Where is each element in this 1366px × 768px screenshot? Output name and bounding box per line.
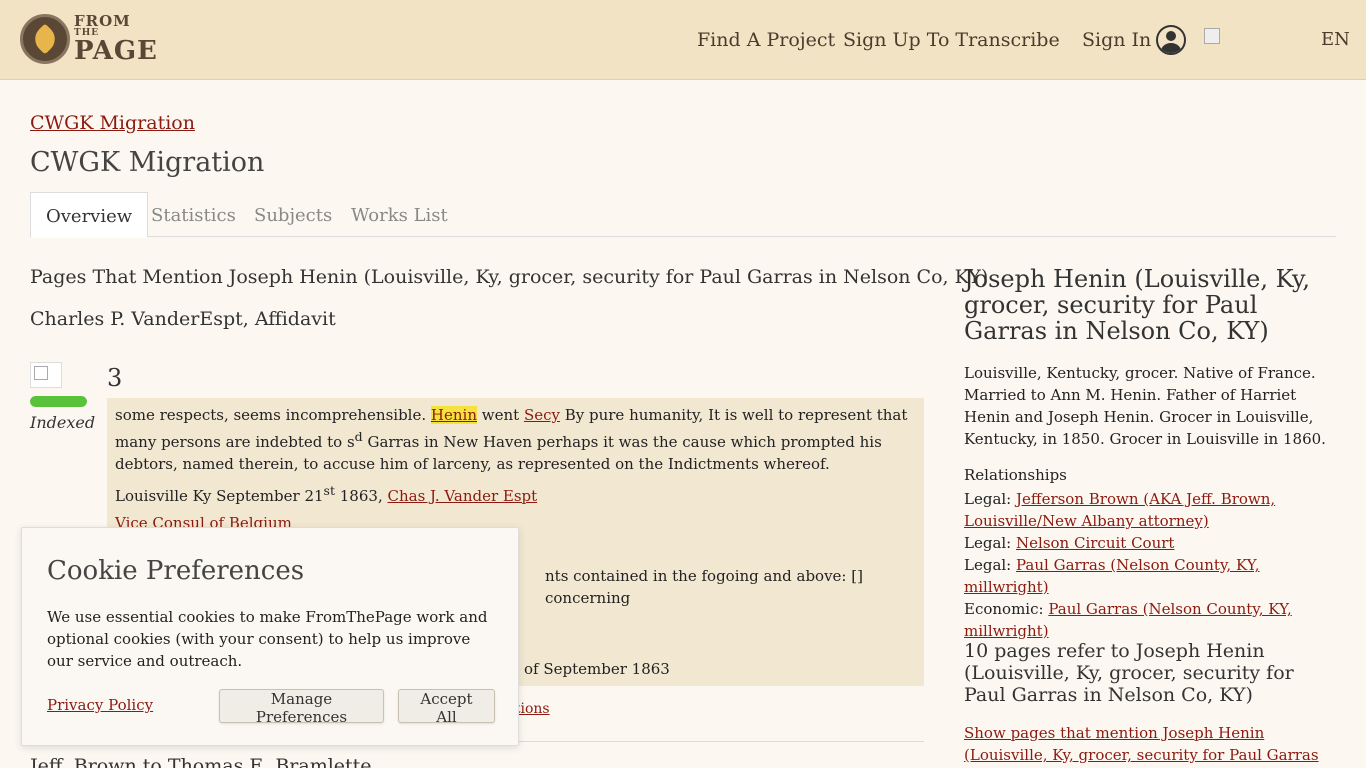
user-avatar-icon[interactable]: [1156, 25, 1186, 55]
tab-bar: Overview Statistics Subjects Works List: [30, 192, 1336, 238]
excerpt-text: of September 1863: [524, 660, 670, 678]
privacy-policy-link[interactable]: Privacy Policy: [47, 696, 153, 714]
subject-title: Joseph Henin (Louisville, Ky, grocer, se…: [964, 265, 1311, 345]
list-item: Legal: Nelson Circuit Court: [964, 532, 1336, 554]
excerpt-superscript: st: [323, 483, 335, 498]
excerpt-text: Louisville Ky September 21: [115, 487, 324, 505]
relationship-link[interactable]: Nelson Circuit Court: [1016, 534, 1174, 552]
relationship-type: Legal:: [964, 556, 1012, 574]
status-label: Indexed: [30, 413, 96, 432]
mentions-heading: Pages That Mention Joseph Henin (Louisvi…: [30, 266, 989, 288]
list-item: Legal: Paul Garras (Nelson County, KY, m…: [964, 554, 1336, 598]
relationships-heading: Relationships: [964, 466, 1067, 484]
list-item: Economic: Paul Garras (Nelson County, KY…: [964, 598, 1336, 642]
broken-image-icon: [1204, 28, 1220, 44]
breadcrumb[interactable]: CWGK Migration: [30, 112, 195, 134]
tab-works-list[interactable]: Works List: [336, 192, 463, 237]
progress-fill: [30, 396, 87, 407]
work-title: Charles P. VanderEspt, Affidavit: [30, 308, 336, 330]
relationship-type: Economic:: [964, 600, 1044, 618]
show-pages-link[interactable]: Show pages that mention Joseph Henin (Lo…: [964, 722, 1336, 768]
progress-bar: [30, 396, 87, 407]
subject-link-vander-espt[interactable]: Chas J. Vander Espt: [387, 487, 537, 505]
nav-sign-up[interactable]: Sign Up To Transcribe: [843, 0, 1060, 80]
logo[interactable]: FROM THE PAGE: [20, 14, 158, 64]
excerpt-paragraph-1: some respects, seems incomprehensible. H…: [115, 404, 916, 475]
highlighted-subject-link[interactable]: Henin: [430, 406, 477, 424]
excerpt-text: went: [476, 406, 524, 424]
tab-overview[interactable]: Overview: [30, 192, 149, 238]
next-work-title: Jeff. Brown to Thomas E. Bramlette: [30, 755, 372, 768]
pen-nib-icon: [20, 14, 70, 64]
logo-text: FROM THE PAGE: [74, 12, 158, 66]
relationship-type: Legal:: [964, 490, 1012, 508]
subject-link-secy[interactable]: Secy: [524, 406, 560, 424]
manage-preferences-button[interactable]: Manage Preferences: [219, 689, 384, 726]
accept-all-button[interactable]: Accept All: [398, 689, 495, 726]
tab-subjects[interactable]: Subjects: [239, 192, 347, 237]
excerpt-paragraph-2: Louisville Ky September 21st 1863, Chas …: [115, 480, 916, 507]
nav-find-project-link[interactable]: Find A Project: [697, 29, 835, 51]
logo-line-1: FROM: [74, 12, 131, 30]
nav-sign-up-link[interactable]: Sign Up To Transcribe: [843, 29, 1060, 51]
excerpt-text: 1863,: [335, 487, 388, 505]
nav-sign-in[interactable]: Sign In: [1082, 0, 1151, 80]
list-item: Legal: Jefferson Brown (AKA Jeff. Brown,…: [964, 488, 1336, 532]
nav-sign-in-link[interactable]: Sign In: [1082, 29, 1151, 51]
excerpt-text: some respects, seems incomprehensible.: [115, 406, 431, 424]
language-selector[interactable]: EN: [1321, 29, 1350, 50]
cookie-body: We use essential cookies to make FromThe…: [47, 608, 488, 670]
logo-line-3: PAGE: [74, 36, 158, 66]
page-thumbnail[interactable]: [30, 362, 62, 388]
tab-statistics[interactable]: Statistics: [136, 192, 251, 237]
cookie-dialog: Cookie Preferences We use essential cook…: [21, 527, 519, 746]
excerpt-text: nts contained in the fogoing and above: …: [545, 567, 863, 607]
relationship-link[interactable]: Jefferson Brown (AKA Jeff. Brown, Louisv…: [964, 490, 1275, 530]
nav-find-project[interactable]: Find A Project: [697, 0, 835, 80]
relationships-list: Legal: Jefferson Brown (AKA Jeff. Brown,…: [964, 488, 1336, 642]
site-header: FROM THE PAGE Find A Project Sign Up To …: [0, 0, 1366, 80]
page-number-link[interactable]: 3: [107, 364, 122, 392]
subject-description: Louisville, Kentucky, grocer. Native of …: [964, 364, 1326, 448]
excerpt-superscript: d: [354, 429, 363, 444]
relationship-type: Legal:: [964, 534, 1012, 552]
cookie-title: Cookie Preferences: [47, 556, 305, 586]
refer-count-heading: 10 pages refer to Joseph Henin (Louisvil…: [964, 640, 1294, 706]
page-title: CWGK Migration: [30, 147, 265, 178]
